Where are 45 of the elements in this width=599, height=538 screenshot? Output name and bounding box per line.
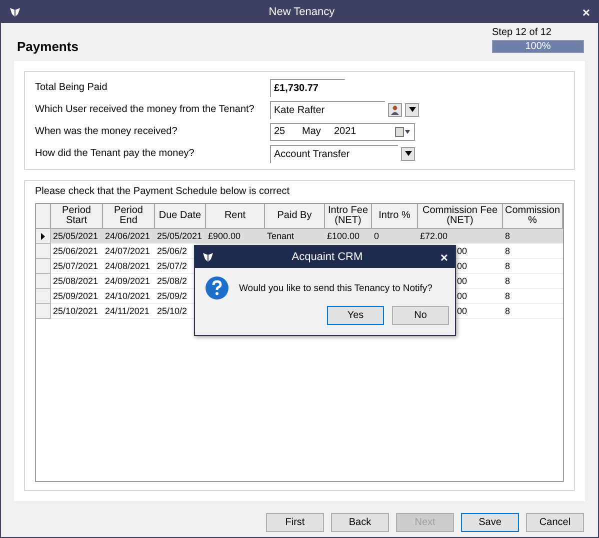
table-cell-text: 25/07/2 — [157, 260, 188, 273]
field-label: When was the money received? — [35, 126, 178, 137]
table-cell-text: 25/05/2021 — [157, 230, 202, 243]
schedule-caption: Please check that the Payment Schedule below is correct — [35, 186, 291, 197]
table-cell-text: 8 — [505, 290, 510, 303]
window-title: New Tenancy — [268, 6, 336, 18]
table-cell-text: 25/05/2021 — [53, 230, 98, 243]
dialog-message: Would you like to send this Tenancy to Notify? — [239, 282, 432, 294]
table-cell-text: 25/06/2 — [157, 245, 188, 258]
field-label: How did the Tenant pay the money? — [35, 148, 196, 159]
table-cell-text: £900.00 — [208, 230, 241, 243]
table-cell-text: Tenant — [267, 230, 294, 243]
table-cell-text: 24/06/2021 — [105, 230, 150, 243]
dialog-title: Acquaint CRM — [290, 251, 364, 263]
table-cell-text: 25/10/2 — [157, 305, 188, 318]
field-label: Total Being Paid — [35, 82, 108, 93]
table-cell-text: 24/11/2021 — [105, 305, 150, 318]
table-cell-text: 25/09/2021 — [53, 290, 98, 303]
table-cell-text: 8 — [505, 305, 510, 318]
table-cell-text: 24/09/2021 — [105, 275, 150, 288]
table-cell-text: 8 — [505, 245, 510, 258]
field-label: Which User received the money from the Tenant? — [35, 104, 256, 115]
table-cell-text: 24/07/2021 — [105, 245, 150, 258]
table-cell-text: 00 — [456, 275, 467, 288]
table-cell-text: 25/10/2021 — [53, 305, 98, 318]
table-cell-text: 25/07/2021 — [53, 260, 98, 273]
table-cell-text: 0 — [374, 230, 380, 243]
table-cell-text: 24/08/2021 — [105, 260, 150, 273]
table-cell-text: 8 — [505, 230, 510, 243]
table-cell-text: 00 — [456, 305, 467, 318]
table-cell-text: £72.00 — [420, 230, 448, 243]
table-cell-text: £100.00 — [327, 230, 360, 243]
table-cell-text: 25/06/2021 — [53, 245, 98, 258]
table-cell-text: 8 — [505, 260, 510, 273]
table-cell-text: 8 — [505, 275, 510, 288]
progress-label: 100% — [524, 41, 552, 52]
table-cell-text: 25/08/2 — [157, 275, 188, 288]
table-cell-text: 25/08/2021 — [53, 275, 98, 288]
page-title: Payments — [17, 39, 78, 54]
table-cell-text: 00 — [456, 290, 467, 303]
step-label: Step 12 of 12 — [492, 27, 552, 38]
table-cell-text: 24/10/2021 — [105, 290, 150, 303]
table-cell-text: 25/09/2 — [157, 290, 188, 303]
table-cell-text: 00 — [456, 245, 467, 258]
table-cell-text: 00 — [456, 260, 467, 273]
